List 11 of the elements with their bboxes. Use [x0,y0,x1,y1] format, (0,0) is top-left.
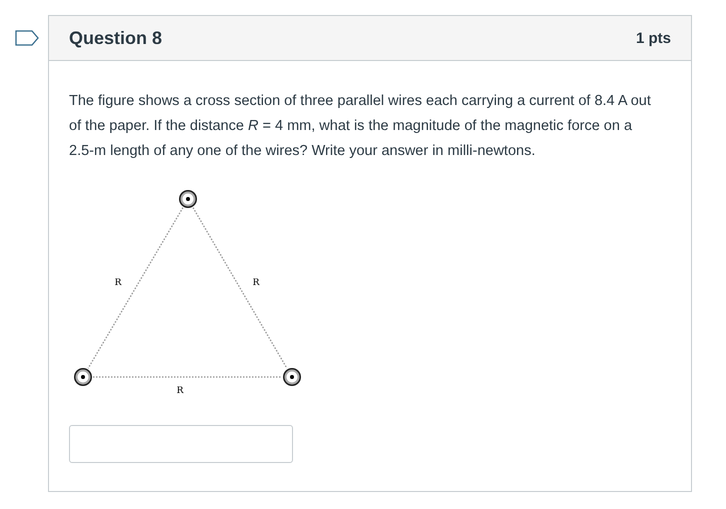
distance-label: R [252,278,260,288]
question-title: Question 8 [69,28,162,48]
answer-field[interactable] [69,425,293,463]
distance-label: R [176,386,184,396]
question-text: The figure shows a cross section of three parallel wires each carrying a current of 8.4 A out of the paper. If the distance R = 4 mm, what is the magnitude of the magnetic force on a 2.5-m length of any one of the wires? Write your answer in milli-newtons. [69,92,652,161]
wire-icon [283,368,301,386]
flag-icon[interactable] [15,30,39,46]
wire-icon [74,368,92,386]
points-label: 1 pts [636,30,671,46]
distance-label: R [114,278,122,288]
wire-icon [179,190,197,208]
